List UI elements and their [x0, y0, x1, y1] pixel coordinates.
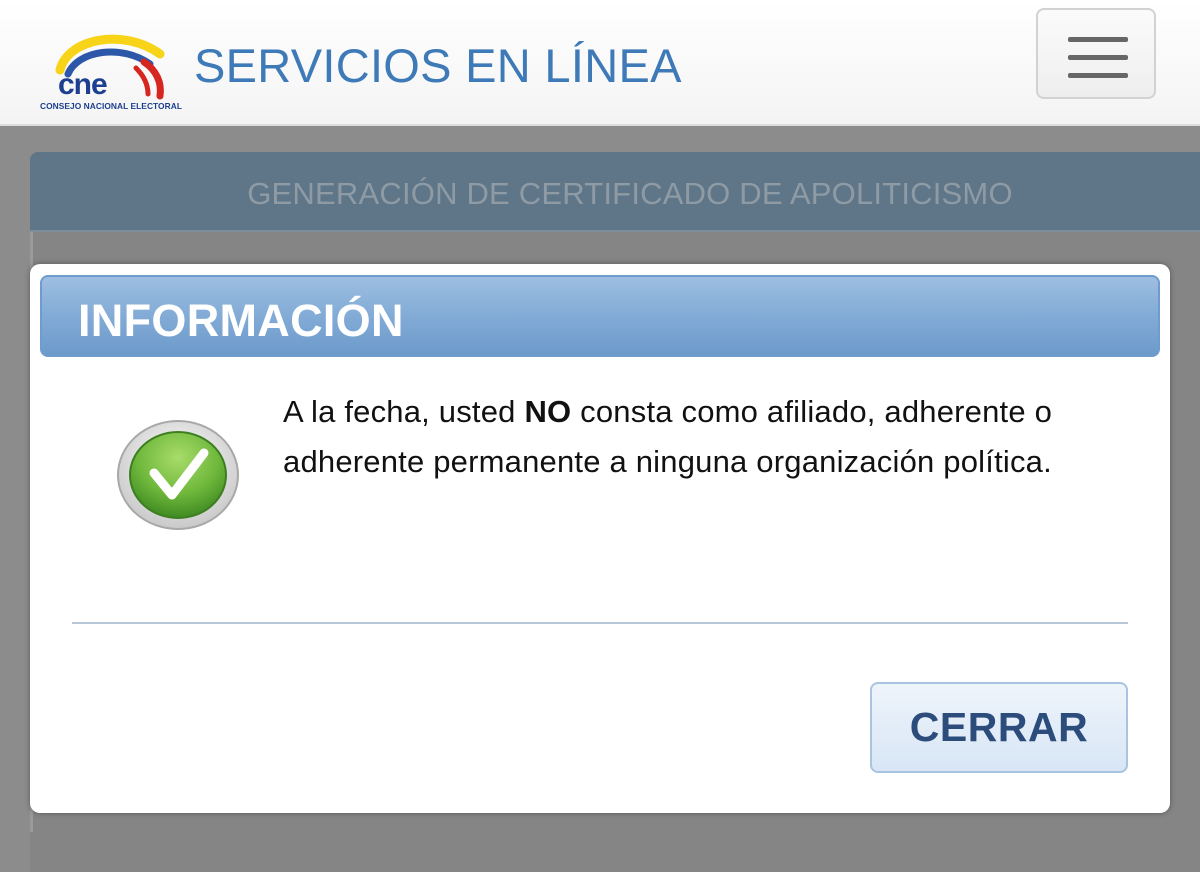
message-emphasis: NO	[524, 394, 572, 429]
close-button[interactable]: CERRAR	[870, 682, 1128, 773]
dialog-header: INFORMACIÓN	[40, 275, 1160, 357]
section-title: GENERACIÓN DE CERTIFICADO DE APOLITICISM…	[247, 176, 1013, 211]
dialog-message: A la fecha, usted NO consta como afiliad…	[283, 387, 1103, 487]
dialog-divider	[72, 622, 1128, 624]
info-dialog: INFORMACIÓN A la fecha, usted NO consta …	[30, 264, 1170, 813]
check-icon	[117, 420, 239, 530]
logo-text: CONSEJO NACIONAL ELECTORAL	[40, 101, 182, 111]
menu-button[interactable]	[1036, 8, 1156, 99]
message-text: A la fecha, usted	[283, 394, 525, 429]
site-title: SERVICIOS EN LÍNEA	[194, 39, 682, 92]
logo-mark: cne	[58, 68, 107, 101]
site-header: cne CONSEJO NACIONAL ELECTORAL SERVICIOS…	[0, 0, 1200, 126]
dialog-title: INFORMACIÓN	[78, 295, 404, 346]
